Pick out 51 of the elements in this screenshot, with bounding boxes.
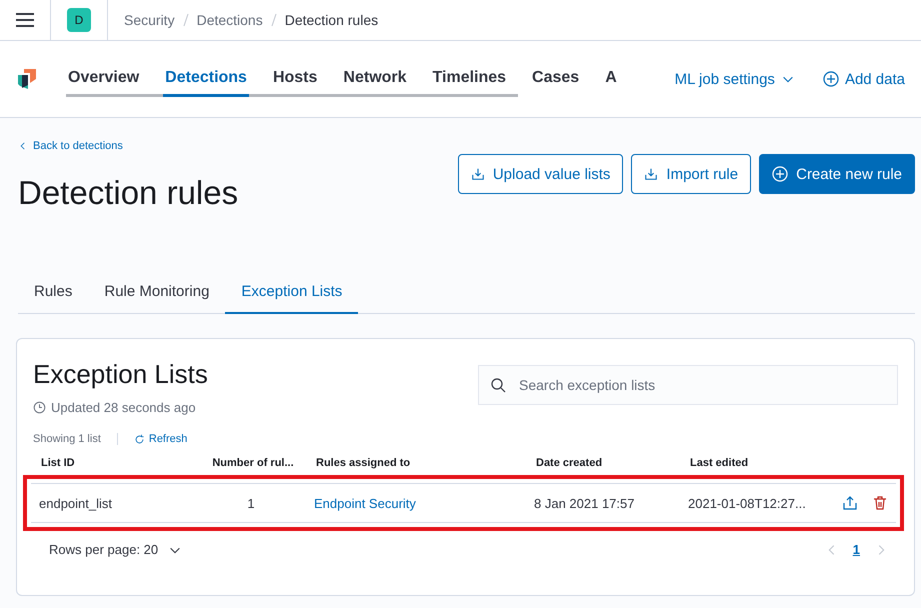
action-button[interactable]: Upload value lists	[458, 154, 624, 194]
rows-per-page-dropdown[interactable]: Rows per page: 20	[43, 541, 188, 558]
column-header[interactable]: Last edited	[682, 445, 832, 475]
refresh-icon	[134, 434, 145, 444]
export-icon[interactable]	[842, 495, 858, 511]
search-icon	[490, 377, 506, 393]
column-header[interactable]: Date created	[528, 445, 682, 475]
nav-tab[interactable]: Timelines	[430, 61, 508, 97]
action-button[interactable]: Create new rule	[759, 154, 915, 194]
breadcrumb[interactable]: Detections	[196, 12, 263, 28]
refresh-button[interactable]: Refresh	[134, 433, 188, 445]
table-cell-text: endpoint_list	[38, 496, 113, 510]
nav-tab[interactable]: A	[603, 61, 618, 97]
table-cell-text: 1	[246, 496, 256, 510]
security-logo-icon	[16, 67, 38, 91]
menu-icon[interactable]	[16, 13, 34, 27]
column-header[interactable]: List ID	[33, 445, 198, 475]
plus-circle-icon	[772, 166, 788, 182]
breadcrumb[interactable]: Security	[124, 12, 175, 28]
page-tab[interactable]: Rules	[18, 270, 88, 314]
back-link[interactable]: Back to detections	[18, 140, 123, 152]
page-title: Detection rules	[18, 174, 238, 212]
table-cell-text: 2021-01-08T12:27...	[687, 496, 807, 510]
clock-icon	[33, 401, 46, 414]
nav-tab[interactable]: Overview	[66, 61, 142, 97]
breadcrumb: Detection rules	[284, 12, 378, 28]
ml-job-settings-dropdown[interactable]: ML job settings	[674, 70, 795, 88]
page-number[interactable]: 1	[852, 542, 860, 557]
add-data-link[interactable]: Add data	[822, 70, 905, 88]
column-header[interactable]: Rules assigned to	[308, 445, 528, 475]
column-header[interactable]: Number of rul...	[198, 445, 308, 475]
nav-tab[interactable]: Detections	[163, 61, 249, 97]
updated-text: Updated 28 seconds ago	[51, 400, 196, 415]
rule-link[interactable]: Endpoint Security	[306, 496, 526, 510]
plus-circle-icon	[822, 71, 839, 87]
trash-icon[interactable]	[872, 495, 888, 511]
showing-count: Showing 1 list	[33, 433, 118, 445]
table-cell-text: 8 Jan 2021 17:57	[533, 496, 636, 510]
nav-tab[interactable]: Network	[341, 61, 409, 97]
page-tab[interactable]: Exception Lists	[225, 270, 358, 314]
search-field[interactable]: Search exception lists	[478, 365, 898, 405]
page-tab[interactable]: Rule Monitoring	[88, 270, 226, 314]
breadcrumb-separator	[182, 13, 189, 27]
action-button[interactable]: Import rule	[631, 154, 752, 194]
space-avatar[interactable]: D	[67, 8, 91, 32]
nav-tab[interactable]: Cases	[530, 61, 582, 97]
import-icon	[644, 167, 658, 181]
import-icon	[470, 167, 485, 181]
panel-title: Exception Lists	[33, 359, 208, 390]
breadcrumb-separator	[270, 13, 277, 27]
nav-tab[interactable]: Hosts	[270, 61, 320, 97]
